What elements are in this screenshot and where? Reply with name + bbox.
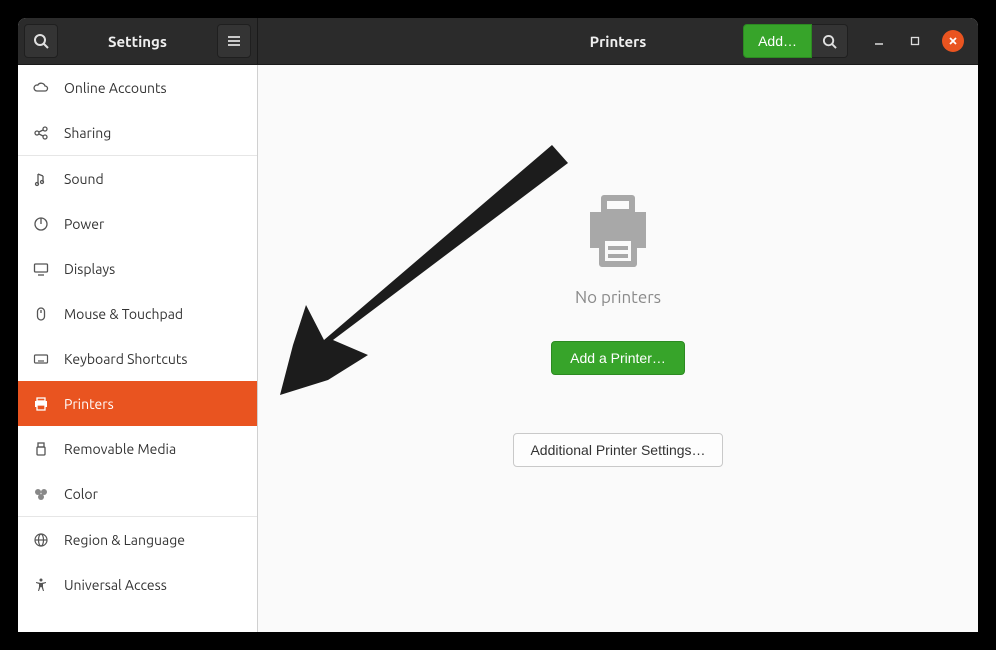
empty-state: No printers Add a Printer… Additional Pr… — [513, 190, 722, 467]
sidebar-item-label: Printers — [64, 396, 114, 412]
keyboard-icon — [32, 350, 50, 368]
hamburger-menu-button[interactable] — [217, 24, 251, 58]
sidebar: Online Accounts Sharing Sound Power Displays… — [18, 65, 258, 632]
sidebar-item-displays[interactable]: Displays — [18, 246, 257, 291]
sidebar-item-printers[interactable]: Printers — [18, 381, 257, 426]
window-maximize-button[interactable] — [906, 32, 924, 50]
sidebar-item-label: Keyboard Shortcuts — [64, 351, 187, 367]
window-controls — [870, 30, 964, 52]
usb-icon — [32, 440, 50, 458]
sidebar-item-label: Color — [64, 486, 98, 502]
content-panel: No printers Add a Printer… Additional Pr… — [258, 65, 978, 632]
panel-search-button[interactable] — [812, 24, 848, 58]
sidebar-item-label: Sound — [64, 171, 104, 187]
titlebar-right: Printers Add… — [258, 18, 978, 64]
sound-icon — [32, 170, 50, 188]
window-minimize-button[interactable] — [870, 32, 888, 50]
power-icon — [32, 215, 50, 233]
sidebar-item-removable-media[interactable]: Removable Media — [18, 426, 257, 471]
sidebar-item-label: Sharing — [64, 125, 111, 141]
close-icon — [948, 36, 958, 46]
window-close-button[interactable] — [942, 30, 964, 52]
sidebar-item-label: Removable Media — [64, 441, 176, 457]
add-button[interactable]: Add… — [743, 24, 812, 58]
color-icon — [32, 485, 50, 503]
mouse-icon — [32, 305, 50, 323]
sidebar-search-button[interactable] — [24, 24, 58, 58]
sidebar-item-label: Mouse & Touchpad — [64, 306, 183, 322]
app-title: Settings — [58, 33, 217, 50]
cloud-icon — [32, 79, 50, 97]
no-printers-text: No printers — [575, 288, 661, 307]
titlebar-action-group: Add… — [743, 24, 848, 58]
hamburger-icon — [227, 34, 241, 48]
sidebar-item-sound[interactable]: Sound — [18, 156, 257, 201]
sidebar-item-mouse-touchpad[interactable]: Mouse & Touchpad — [18, 291, 257, 336]
titlebar: Settings Printers Add… — [18, 18, 978, 65]
additional-printer-settings-button[interactable]: Additional Printer Settings… — [513, 433, 722, 467]
sidebar-item-label: Power — [64, 216, 104, 232]
search-icon — [822, 34, 837, 49]
search-icon — [33, 33, 49, 49]
globe-icon — [32, 531, 50, 549]
printer-icon — [32, 395, 50, 413]
accessibility-icon — [32, 576, 50, 594]
display-icon — [32, 260, 50, 278]
sidebar-item-keyboard-shortcuts[interactable]: Keyboard Shortcuts — [18, 336, 257, 381]
sidebar-item-region-language[interactable]: Region & Language — [18, 517, 257, 562]
settings-window: Settings Printers Add… — [18, 18, 978, 632]
window-body: Online Accounts Sharing Sound Power Displays… — [18, 65, 978, 632]
titlebar-left: Settings — [18, 18, 258, 64]
share-icon — [32, 124, 50, 142]
sidebar-item-universal-access[interactable]: Universal Access — [18, 562, 257, 607]
sidebar-item-label: Region & Language — [64, 532, 185, 548]
sidebar-item-power[interactable]: Power — [18, 201, 257, 246]
sidebar-item-online-accounts[interactable]: Online Accounts — [18, 65, 257, 110]
sidebar-item-sharing[interactable]: Sharing — [18, 110, 257, 155]
sidebar-item-label: Universal Access — [64, 577, 167, 593]
printer-icon — [576, 190, 660, 274]
sidebar-item-color[interactable]: Color — [18, 471, 257, 516]
sidebar-item-label: Displays — [64, 261, 115, 277]
add-printer-button[interactable]: Add a Printer… — [551, 341, 685, 375]
sidebar-item-label: Online Accounts — [64, 80, 167, 96]
